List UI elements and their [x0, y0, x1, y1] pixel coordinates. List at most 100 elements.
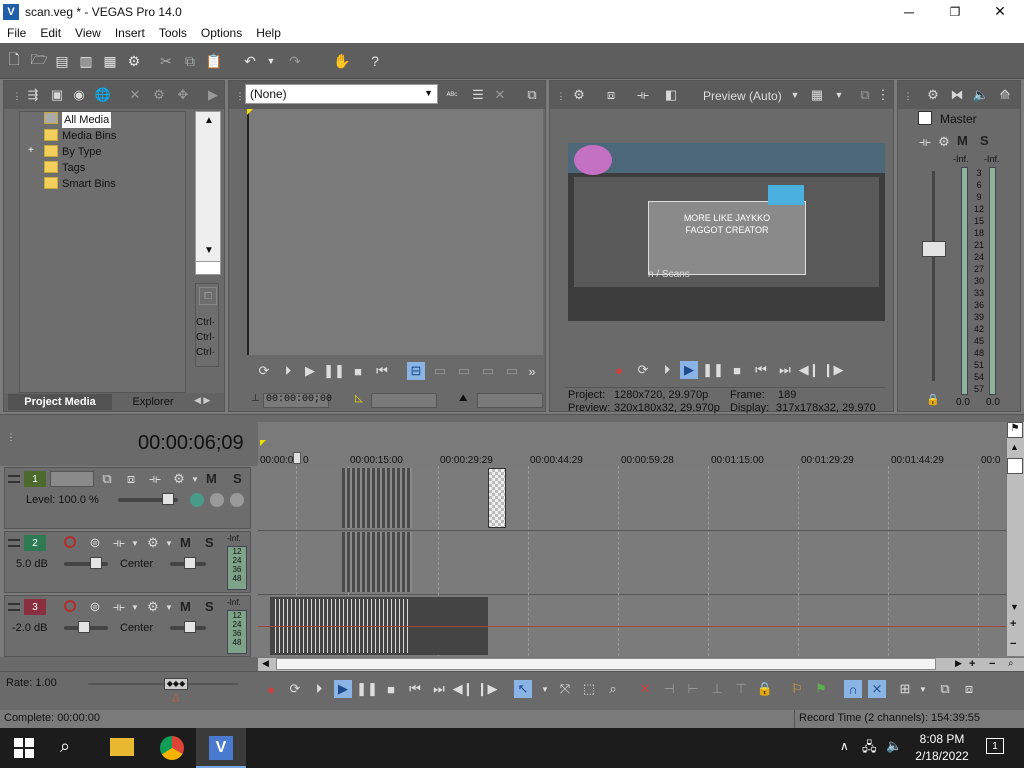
copy-snapshot-icon[interactable]: ⧉ [856, 86, 874, 104]
pause-icon[interactable]: ❚❚ [702, 361, 724, 379]
pause-icon[interactable]: ❚❚ [356, 680, 378, 698]
track-name-field-1[interactable] [50, 471, 94, 487]
invert-phase-icon[interactable]: ⊜ [86, 534, 104, 552]
track1-composite-icon[interactable] [190, 493, 204, 507]
track-gear-chevron-icon[interactable]: ▼ [160, 598, 178, 616]
rate-slider-knob[interactable]: ◆◆◆ [164, 678, 188, 690]
tree-item-all-media[interactable]: All Media [62, 112, 112, 128]
edit-tool-chevron-icon[interactable]: ▼ [536, 680, 554, 698]
restore-button[interactable]: ❐ [932, 0, 978, 23]
record-icon[interactable]: ● [262, 680, 280, 698]
marker-flag-icon[interactable]: ⚑ [1007, 422, 1023, 438]
region-icon[interactable]: ⚑ [812, 680, 830, 698]
track2-pan-knob[interactable] [184, 557, 196, 569]
menu-file[interactable]: File [0, 26, 33, 40]
zoom-out-vertical-icon[interactable]: − [1010, 638, 1016, 650]
track1-3d-icon[interactable] [230, 493, 244, 507]
scroll-resize-handle[interactable] [195, 261, 221, 275]
show-hidden-icons-icon[interactable]: ∧ [840, 739, 849, 753]
master-solo-button[interactable]: S [980, 133, 989, 148]
tab-scroll-arrows-icon[interactable]: ◀ ▶ [194, 395, 210, 406]
paste-icon[interactable]: 📋 [205, 52, 223, 70]
panel-more-arrow-icon[interactable]: ▶ [204, 86, 222, 104]
track-collapse-icon[interactable] [8, 539, 20, 547]
scroll-up-icon[interactable]: ▲ [204, 115, 214, 126]
ripple-icon[interactable]: ⊤ [732, 680, 750, 698]
play-icon[interactable]: ▶ [301, 362, 319, 380]
mixer-tools-icon[interactable]: ⟰ [996, 86, 1014, 104]
next-frame-icon[interactable]: ❙▶ [477, 680, 498, 698]
marker-icon[interactable]: ⚐ [788, 680, 806, 698]
normal-edit-tool-icon[interactable]: ↖ [514, 680, 532, 698]
auto-crossfade-icon[interactable]: ⨯ [868, 680, 886, 698]
grid-chevron-icon[interactable]: ▼ [830, 86, 848, 104]
track1-level-knob[interactable] [162, 493, 174, 505]
track3-solo-button[interactable]: S [205, 599, 214, 614]
snapping-magnet-icon[interactable]: ∩ [844, 680, 862, 698]
preview-settings-gear-icon[interactable]: ⚙ [570, 86, 588, 104]
trimmer-list-icon[interactable]: ☰ [469, 86, 487, 104]
tree-item-tags[interactable]: Tags [62, 160, 85, 176]
cut-icon[interactable]: ✂ [157, 52, 175, 70]
record-icon[interactable]: ● [610, 361, 628, 379]
redo-icon[interactable]: ↷ [286, 52, 304, 70]
audio-clip-track2[interactable] [342, 532, 412, 592]
track-collapse-icon[interactable] [8, 475, 20, 483]
track2-solo-button[interactable]: S [205, 535, 214, 550]
vegas-taskbar-button[interactable]: V [196, 728, 246, 768]
get-media-icon[interactable]: ◉ [70, 86, 88, 104]
next-frame-icon[interactable]: ❙▶ [823, 361, 844, 379]
undo-dropdown-icon[interactable]: ▼ [262, 52, 280, 70]
video-clip-still[interactable] [488, 468, 506, 528]
master-mute-button[interactable]: M [957, 133, 968, 148]
menu-options[interactable]: Options [194, 26, 249, 40]
track-gear-chevron-icon[interactable]: ▼ [186, 470, 204, 488]
envelope-tool-icon[interactable]: ⤧ [556, 680, 574, 698]
track1-mute-button[interactable]: M [206, 471, 217, 486]
media-fx-gear-icon[interactable]: ⚙ [150, 86, 168, 104]
mixer-settings-gear-icon[interactable]: ⚙ [924, 86, 942, 104]
ripple-edit-icon[interactable]: ⊞ [896, 680, 914, 698]
track3-pan-knob[interactable] [184, 621, 196, 633]
go-to-start-icon[interactable]: ⏮ [373, 362, 391, 380]
remove-media-icon[interactable]: ✕ [126, 86, 144, 104]
expand-by-type-icon[interactable]: + [28, 145, 34, 156]
properties-gear-icon[interactable]: ⚙ [125, 52, 143, 70]
zoom-in-horizontal-icon[interactable]: + [969, 658, 975, 670]
play-from-start-icon[interactable]: ⏵ [310, 680, 328, 698]
import-media-icon[interactable]: ⇶ [24, 86, 42, 104]
trimmer-marker-icon[interactable]: ⊟ [407, 362, 425, 380]
tab-explorer[interactable]: Explorer [118, 394, 188, 410]
go-to-end-icon[interactable]: ⏭ [430, 680, 448, 698]
volume-envelope-line[interactable] [258, 626, 1006, 627]
loop-icon[interactable]: ⟳ [286, 680, 304, 698]
grid-icon[interactable]: ▦ [808, 86, 826, 104]
new-file-icon[interactable]: 🗋 [5, 51, 23, 70]
stop-icon[interactable]: ■ [728, 361, 746, 379]
render-icon[interactable]: ▦ [101, 52, 119, 70]
search-icon[interactable]: ⌕ [60, 736, 70, 757]
zoom-magnifier-icon[interactable]: ⌕ [1008, 658, 1014, 669]
loop-icon[interactable]: ⟳ [634, 361, 652, 379]
track-motion-icon[interactable]: ⧉ [98, 470, 116, 488]
lock-envelopes-icon[interactable]: ⧉ [936, 680, 954, 698]
more-chevrons-icon[interactable]: » [523, 362, 541, 380]
scroll-down-icon[interactable]: ▼ [204, 245, 214, 256]
track-fx-chevron-icon[interactable]: ▼ [126, 534, 144, 552]
hscroll-left-icon[interactable]: ◀ [262, 658, 269, 669]
trimmer-opt1-icon[interactable]: ▭ [431, 362, 449, 380]
tab-project-media[interactable]: Project Media [8, 394, 112, 410]
play-icon[interactable]: ▶ [680, 361, 698, 379]
preview-more-icon[interactable]: ⋮ [874, 86, 892, 104]
ripple-chevron-icon[interactable]: ▼ [914, 680, 932, 698]
delete-icon[interactable]: ✕ [636, 680, 654, 698]
clock-date[interactable]: 2/18/2022 [910, 749, 974, 763]
split-screen-icon[interactable]: ⟛ [634, 86, 652, 104]
menu-edit[interactable]: Edit [33, 26, 68, 40]
windows-start-icon[interactable] [14, 738, 34, 758]
preview-video-frame[interactable]: MORE LIKE JAYKKO FAGGOT CREATOR n / Scan… [568, 143, 885, 321]
trimmer-opt3-icon[interactable]: ▭ [479, 362, 497, 380]
master-bus-fx-icon[interactable]: ⟛ [916, 133, 934, 151]
ignore-grouping-icon[interactable]: ⧈ [960, 680, 978, 698]
zoom-out-horizontal-icon[interactable]: − [989, 658, 995, 670]
